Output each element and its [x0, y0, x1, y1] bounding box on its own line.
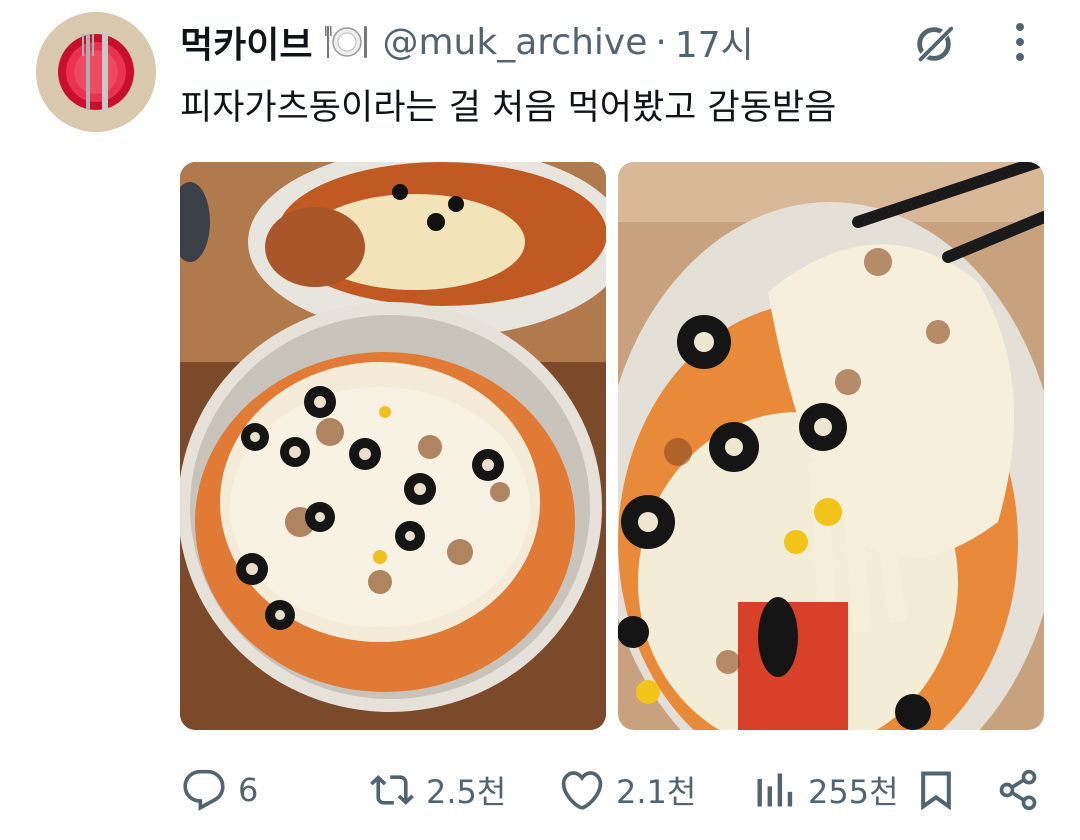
reply-button[interactable]: 6 — [182, 760, 258, 820]
share-button[interactable] — [996, 760, 1040, 820]
separator-dot: · — [655, 21, 667, 63]
more-dot-icon — [1016, 53, 1024, 61]
tweet-actions-bar: 6 2.5천 2.1천 255천 — [0, 760, 1080, 820]
more-options-button[interactable] — [1000, 20, 1040, 64]
more-dot-icon — [1016, 38, 1024, 46]
views-count: 255천 — [808, 773, 899, 811]
reply-icon — [183, 769, 225, 811]
repost-count: 2.5천 — [426, 773, 507, 811]
more-dot-icon — [1016, 23, 1024, 31]
bookmark-button[interactable] — [914, 760, 958, 820]
views-button[interactable]: 255천 — [752, 760, 899, 820]
tweet-text: 피자가츠동이라는 걸 처음 먹어봤고 감동받음 — [180, 88, 837, 128]
reply-count: 6 — [238, 771, 259, 809]
avatar-plate-image — [36, 12, 156, 132]
views-bar-chart-icon — [757, 773, 793, 807]
tweet-photo-1[interactable] — [180, 162, 606, 730]
author-handle[interactable]: @muk_archive — [382, 22, 647, 63]
pizza-katsudon-cheese-pull-photo — [618, 162, 1044, 730]
author-name[interactable]: 먹카이브 — [180, 16, 312, 68]
bookmark-icon — [921, 771, 951, 811]
pizza-katsudon-bowls-photo — [180, 162, 606, 730]
repost-icon — [370, 775, 414, 805]
like-count: 2.1천 — [616, 773, 697, 811]
tweet-time[interactable]: 17시 — [675, 16, 754, 68]
like-button[interactable]: 2.1천 — [560, 760, 696, 820]
tweet-photo-2[interactable] — [618, 162, 1044, 730]
heart-icon — [561, 771, 603, 810]
repost-button[interactable]: 2.5천 — [370, 760, 506, 820]
grok-icon[interactable] — [906, 16, 962, 72]
plate-with-cutlery-icon — [324, 22, 370, 62]
share-icon — [999, 769, 1037, 811]
tweet-header: 먹카이브 @muk_archive · 17시 — [180, 14, 754, 70]
author-avatar[interactable] — [36, 12, 156, 132]
